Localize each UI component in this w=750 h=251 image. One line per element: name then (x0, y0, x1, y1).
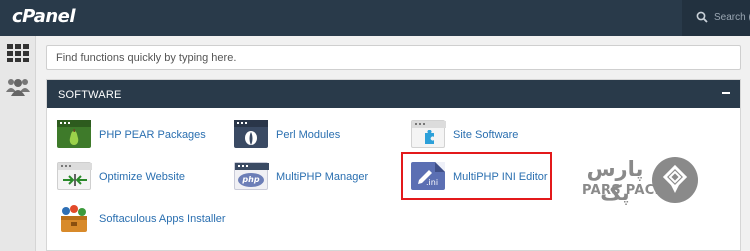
multiphp-manager-icon: php (234, 162, 269, 192)
php-pear-packages-link[interactable]: PHP PEAR Packages (57, 120, 206, 150)
perl-modules-link[interactable]: Perl Modules (234, 120, 340, 150)
cpanel-logo[interactable]: cPanel (12, 6, 76, 27)
highlight-box (401, 152, 552, 200)
perl-modules-icon (234, 120, 268, 150)
users-icon[interactable] (6, 76, 30, 96)
softaculous-icon (57, 204, 91, 234)
multiphp-manager-link[interactable]: php MultiPHP Manager (234, 162, 368, 192)
php-pear-icon (57, 120, 91, 150)
php-badge: php (238, 173, 264, 187)
software-panel-title: SOFTWARE (58, 89, 122, 101)
sidebar (0, 36, 36, 251)
site-software-label: Site Software (453, 129, 519, 141)
softaculous-apps-installer-label: Softaculous Apps Installer (99, 213, 226, 225)
top-bar: cPanel Search ( (0, 0, 750, 36)
softaculous-apps-installer-link[interactable]: Softaculous Apps Installer (57, 204, 226, 234)
top-search-placeholder: Search ( (714, 12, 750, 23)
multiphp-manager-label: MultiPHP Manager (276, 171, 369, 183)
optimize-website-label: Optimize Website (99, 171, 185, 183)
site-software-link[interactable]: Site Software (411, 120, 518, 150)
optimize-website-link[interactable]: Optimize Website (57, 162, 185, 192)
grid-icon[interactable] (7, 44, 29, 62)
parspack-watermark: پارس پک PARS PACK (580, 157, 708, 205)
parspack-logo-icon (652, 157, 698, 203)
site-software-icon (411, 120, 446, 150)
minus-icon[interactable] (722, 92, 730, 94)
software-panel-header[interactable]: SOFTWARE (47, 80, 740, 108)
search-icon (696, 11, 708, 23)
perl-modules-label: Perl Modules (276, 129, 341, 141)
quick-search-input[interactable]: Find functions quickly by typing here. (46, 45, 741, 70)
php-pear-packages-label: PHP PEAR Packages (99, 129, 206, 141)
top-search[interactable]: Search ( (682, 0, 750, 36)
optimize-website-icon (57, 162, 92, 192)
